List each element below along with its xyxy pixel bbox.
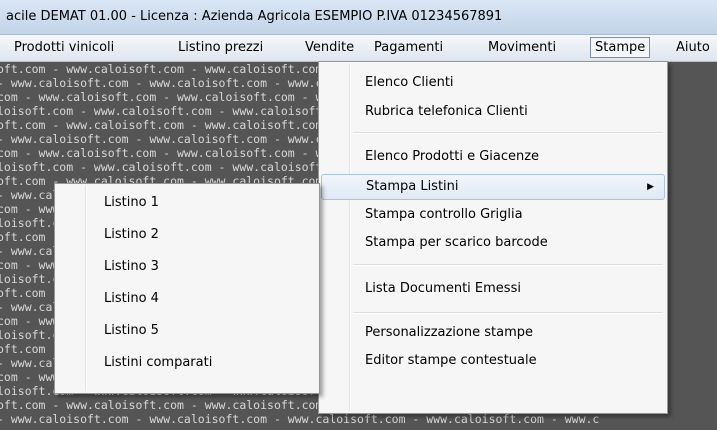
menu-item-stampa-controllo-griglia[interactable]: Stampa controllo Griglia bbox=[321, 202, 665, 228]
listini-submenu: Listino 1 Listino 2 Listino 3 Listino 4 … bbox=[54, 183, 320, 394]
submenu-item-listino-3[interactable]: Listino 3 bbox=[57, 254, 317, 280]
menu-aiuto[interactable]: Aiuto bbox=[672, 38, 714, 57]
menu-item-personalizzazione-stampe[interactable]: Personalizzazione stampe bbox=[321, 320, 665, 346]
submenu-item-listino-5[interactable]: Listino 5 bbox=[57, 318, 317, 344]
menu-separator bbox=[353, 312, 663, 314]
menu-item-stampa-scarico-barcode[interactable]: Stampa per scarico barcode bbox=[321, 230, 665, 256]
menu-item-editor-stampe[interactable]: Editor stampe contestuale bbox=[321, 348, 665, 374]
menu-listino-prezzi[interactable]: Listino prezzi bbox=[174, 38, 267, 57]
watermark-line: - www.caloisoft.com - www.caloisoft.com … bbox=[0, 412, 600, 426]
menu-item-elenco-clienti[interactable]: Elenco Clienti bbox=[321, 70, 665, 96]
title-bar: acile DEMAT 01.00 - Licenza : Azienda Ag… bbox=[0, 0, 717, 35]
menu-item-stampa-listini[interactable]: Stampa Listini ▶ bbox=[321, 174, 665, 200]
menu-separator bbox=[353, 132, 663, 134]
submenu-item-listino-1[interactable]: Listino 1 bbox=[57, 190, 317, 216]
menu-item-stampa-listini-label: Stampa Listini bbox=[366, 179, 459, 194]
menu-item-rubrica-clienti[interactable]: Rubrica telefonica Clienti bbox=[321, 99, 665, 125]
submenu-arrow-icon: ▶ bbox=[647, 182, 654, 192]
menu-pagamenti[interactable]: Pagamenti bbox=[370, 38, 447, 57]
submenu-item-listino-2[interactable]: Listino 2 bbox=[57, 222, 317, 248]
submenu-item-listini-comparati[interactable]: Listini comparati bbox=[57, 350, 317, 376]
stampe-dropdown-menu: Elenco Clienti Rubrica telefonica Client… bbox=[318, 61, 668, 414]
menu-separator bbox=[353, 264, 663, 266]
menu-item-lista-documenti[interactable]: Lista Documenti Emessi bbox=[321, 276, 665, 302]
menu-prodotti-vinicoli[interactable]: Prodotti vinicoli bbox=[10, 38, 118, 57]
menu-stampe[interactable]: Stampe bbox=[590, 37, 651, 58]
menu-movimenti[interactable]: Movimenti bbox=[484, 38, 560, 57]
menu-item-elenco-prodotti[interactable]: Elenco Prodotti e Giacenze bbox=[321, 144, 665, 170]
menu-vendite[interactable]: Vendite bbox=[301, 38, 358, 57]
window-title: acile DEMAT 01.00 - Licenza : Azienda Ag… bbox=[6, 9, 503, 24]
menu-bar: Prodotti vinicoli Listino prezzi Vendite… bbox=[0, 35, 717, 62]
submenu-item-listino-4[interactable]: Listino 4 bbox=[57, 286, 317, 312]
